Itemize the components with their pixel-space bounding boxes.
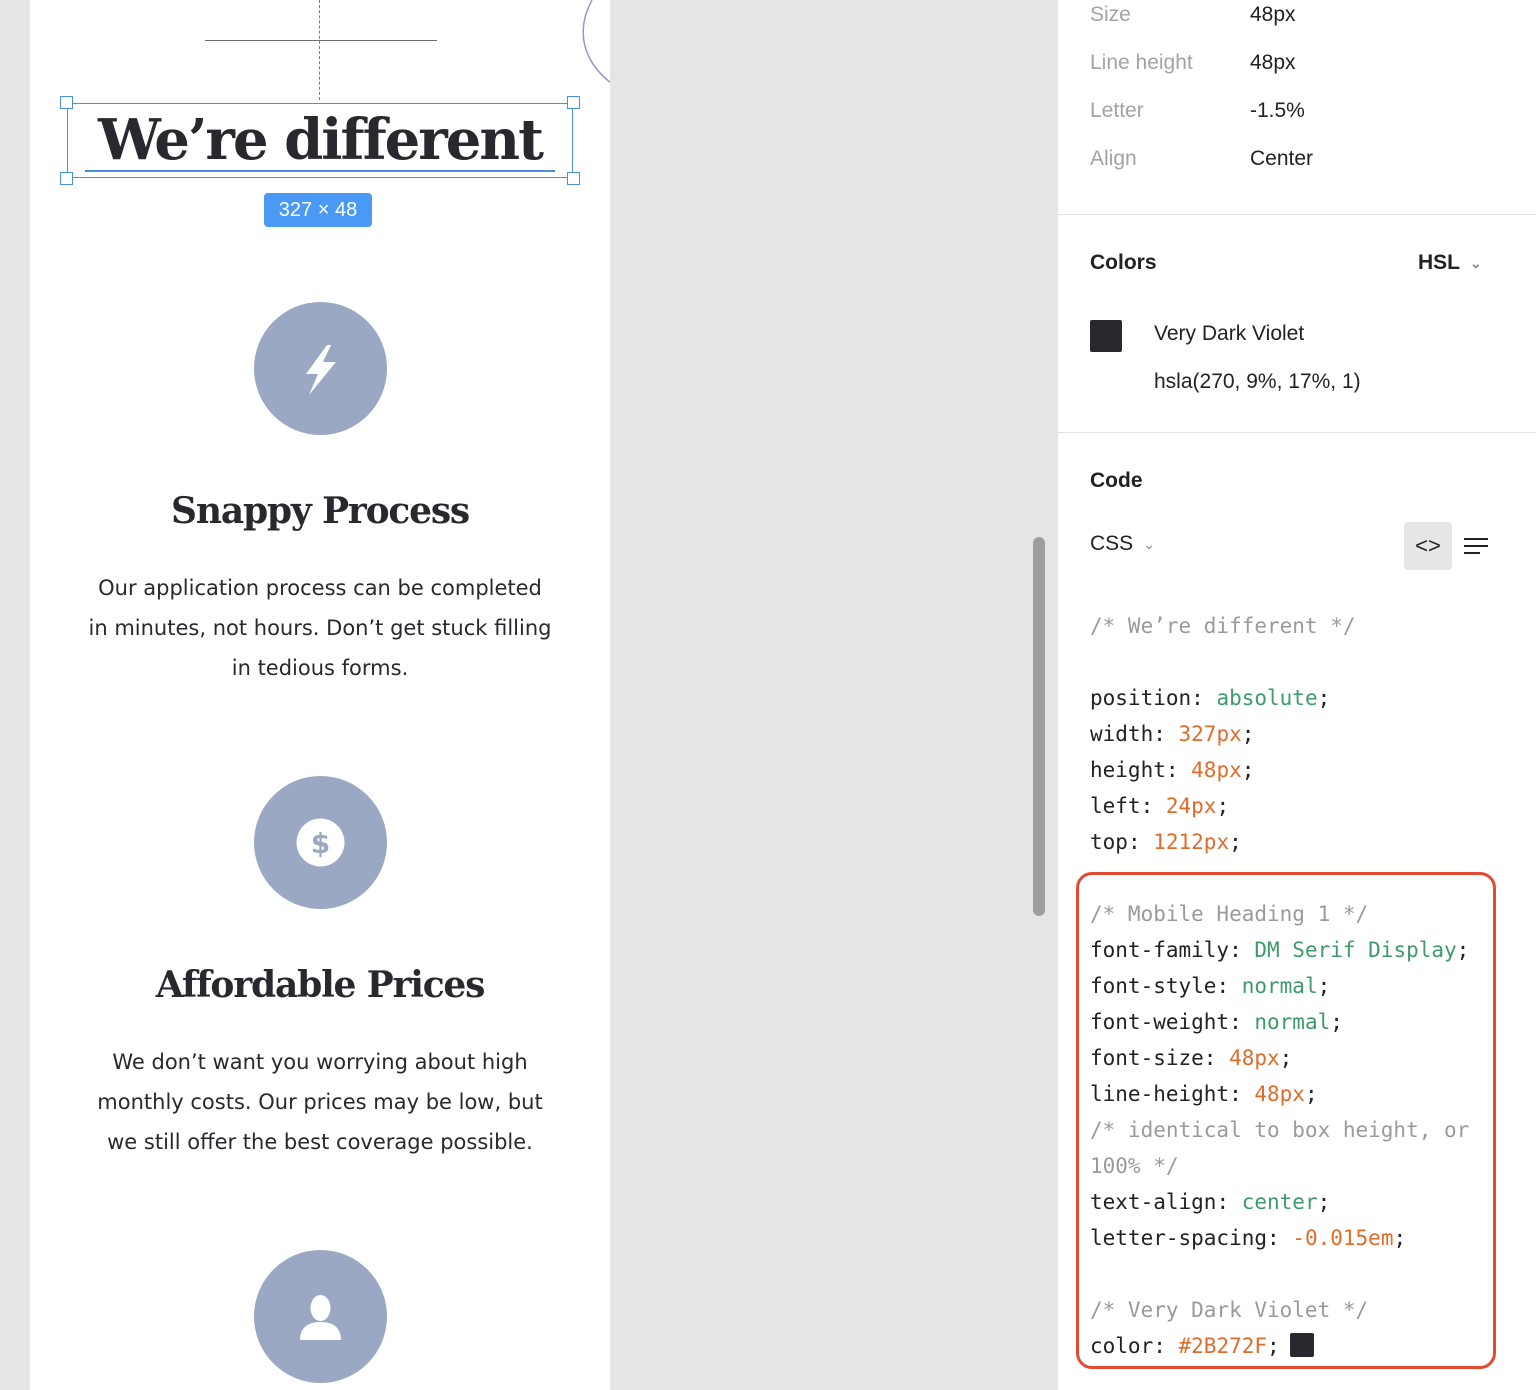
code-comment: 100% */ [1090,1154,1179,1178]
resize-handle-top-left[interactable] [60,96,73,109]
description-line: monthly costs. Our prices may be low, bu… [97,1090,543,1114]
canvas-scrollbar[interactable] [1033,537,1045,916]
feature-icon-circle [254,1250,387,1383]
description-line: in tedious forms. [231,656,409,680]
dollar-icon: $ [296,818,345,867]
mobile-artboard[interactable]: We’re different 327 × 48 Snappy Process … [30,0,610,1390]
resize-handle-bottom-left[interactable] [60,172,73,185]
code-line: top: 1212px; [1090,830,1242,854]
decorative-curve [582,0,610,84]
section-divider [1058,432,1536,433]
code-line: font-style: normal; [1090,974,1331,998]
color-name: Very Dark Violet [1154,322,1305,345]
feature-title: Affordable Prices [155,964,486,1006]
code-brackets-icon: <> [1415,533,1441,558]
spacing-guide [319,0,320,100]
inline-color-swatch [1289,1333,1314,1357]
code-line: text-align: center; [1090,1190,1331,1214]
code-line: width: 327px; [1090,722,1255,746]
lightning-icon [306,345,336,395]
colors-section-title: Colors [1090,251,1157,274]
description-line: We don’t want you worrying about high [112,1050,528,1074]
section-divider [1058,214,1536,215]
list-view-icon[interactable] [1462,530,1492,562]
selected-text-layer[interactable]: We’re different [60,96,580,185]
resize-handle-top-right[interactable] [567,96,580,109]
property-value[interactable]: Center [1250,144,1313,174]
code-language-dropdown[interactable]: CSS ⌄ [1090,532,1155,556]
code-line: line-height: 48px; [1090,1082,1318,1106]
description-line: Our application process can be completed [98,576,542,600]
code-line: font-size: 48px; [1090,1046,1293,1070]
dimension-badge: 327 × 48 [264,193,372,227]
text-baseline [85,170,555,172]
code-line: font-weight: normal; [1090,1010,1343,1034]
code-language-label: CSS [1090,532,1134,555]
person-icon [300,1295,341,1340]
color-value[interactable]: hsla(270, 9%, 17%, 1) [1154,370,1361,394]
property-value[interactable]: 48px [1250,0,1296,30]
divider-line [205,40,437,41]
feature-description: Our application process can be completed… [60,568,580,688]
color-swatch[interactable] [1090,320,1122,352]
code-line: letter-spacing: -0.015em; [1090,1226,1407,1250]
property-label: Align [1090,147,1137,170]
property-value[interactable]: 48px [1250,48,1296,78]
code-view-button[interactable]: <> [1404,522,1452,570]
code-line: position: absolute; [1090,686,1331,710]
code-line: font-family: DM Serif Display; [1090,938,1470,962]
code-comment: /* We’re different */ [1090,614,1356,638]
description-line: we still offer the best coverage possibl… [107,1130,533,1154]
code-comment: /* Mobile Heading 1 */ [1090,902,1369,926]
feature-title: Snappy Process [171,490,470,532]
code-comment: /* identical to box height, or [1090,1118,1470,1142]
property-label: Size [1090,3,1131,26]
chevron-down-icon: ⌄ [1143,535,1155,552]
property-label: Letter [1090,99,1144,122]
description-line: in minutes, not hours. Don’t get stuck f… [88,616,552,640]
resize-handle-bottom-right[interactable] [567,172,580,185]
feature-icon-circle [254,302,387,435]
feature-icon-circle: $ [254,776,387,909]
inspector-panel: Size 48px Line height 48px Letter -1.5% … [1058,0,1536,1390]
design-canvas[interactable]: We’re different 327 × 48 Snappy Process … [0,0,1058,1390]
code-line: left: 24px; [1090,794,1230,818]
heading-text[interactable]: We’re different [68,108,572,172]
color-mode-dropdown[interactable]: HSL ⌄ [1418,251,1482,275]
code-comment: /* Very Dark Violet */ [1090,1298,1369,1322]
svg-text:$: $ [311,827,330,860]
property-value[interactable]: -1.5% [1250,96,1305,126]
feature-description: We don’t want you worrying about high mo… [60,1042,580,1162]
code-line: color: #2B272F; [1090,1328,1314,1364]
code-line: height: 48px; [1090,758,1255,782]
color-mode-label: HSL [1418,251,1460,274]
code-section-title: Code [1090,469,1143,492]
chevron-down-icon: ⌄ [1470,254,1482,271]
property-label: Line height [1090,51,1193,74]
